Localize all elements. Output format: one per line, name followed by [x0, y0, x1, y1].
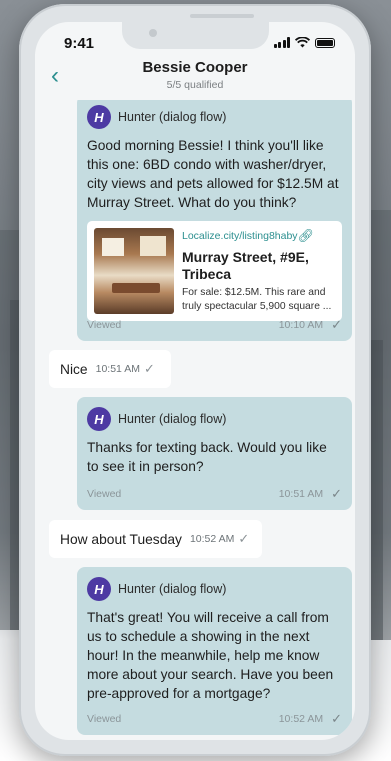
battery-icon: [315, 37, 335, 48]
check-icon: ✓: [143, 361, 155, 376]
viewed-status: Viewed: [87, 713, 122, 725]
check-icon: ✓: [331, 711, 342, 726]
bot-message: H Hunter (dialog flow) That's great! You…: [77, 567, 352, 735]
sender-name: Hunter (dialog flow): [118, 412, 227, 426]
message-text: Nice: [60, 361, 88, 377]
message-time: 10:52 AM: [278, 713, 324, 725]
viewed-status: Viewed: [87, 319, 122, 331]
chat-header: ‹ Bessie Cooper 5/5 qualified: [35, 54, 355, 100]
message-text: How about Tuesday: [60, 531, 182, 547]
check-icon: ✓: [331, 486, 342, 501]
bot-message: H Hunter (dialog flow) Good morning Bess…: [77, 95, 352, 341]
message-time: 10:51 AM: [95, 363, 140, 375]
check-icon: ✓: [238, 531, 250, 546]
listing-photo: [94, 228, 174, 314]
listing-description: For sale: $12.5M. This rare and truly sp…: [182, 287, 332, 312]
bot-avatar: H: [87, 105, 111, 129]
message-text: That's great! You will receive a call fr…: [87, 610, 334, 701]
message-time: 10:51 AM: [278, 488, 324, 500]
contact-name: Bessie Cooper: [142, 59, 248, 76]
phone-speaker: [190, 14, 254, 18]
message-time: 10:52 AM: [189, 533, 235, 545]
user-message: How about Tuesday 10:52 AM ✓: [49, 520, 262, 558]
listing-url[interactable]: Localize.city/listing8haby: [182, 230, 298, 242]
phone-screen: 9:41 ‹ Bessie Cooper 5/5 qualified H Hun…: [35, 22, 355, 740]
sender-name: Hunter (dialog flow): [118, 582, 227, 596]
bot-avatar: H: [87, 407, 111, 431]
message-text: Thanks for texting back. Would you like …: [87, 440, 327, 474]
status-icons: [273, 37, 335, 48]
user-message: Nice 10:51 AM ✓: [49, 350, 171, 388]
listing-title: Murray Street, #9E, Tribeca: [182, 249, 309, 282]
message-list[interactable]: H Hunter (dialog flow) Good morning Bess…: [35, 95, 355, 740]
listing-card[interactable]: Localize.city/listing8haby 🔗︎ Murray Str…: [87, 221, 342, 321]
qualified-status: 5/5 qualified: [166, 79, 224, 91]
camera: [149, 29, 157, 37]
bot-avatar: H: [87, 577, 111, 601]
message-time: 10:10 AM: [278, 319, 324, 331]
wifi-icon: [295, 37, 310, 48]
message-text: Good morning Bessie! I think you'll like…: [87, 138, 339, 210]
link-icon: 🔗︎: [297, 228, 315, 243]
sender-name: Hunter (dialog flow): [118, 110, 227, 124]
status-time: 9:41: [64, 35, 95, 52]
viewed-status: Viewed: [87, 488, 122, 500]
signal-icon: [273, 37, 290, 48]
check-icon: ✓: [331, 317, 342, 332]
notch: [122, 22, 269, 49]
bot-message: H Hunter (dialog flow) Thanks for textin…: [77, 397, 352, 510]
